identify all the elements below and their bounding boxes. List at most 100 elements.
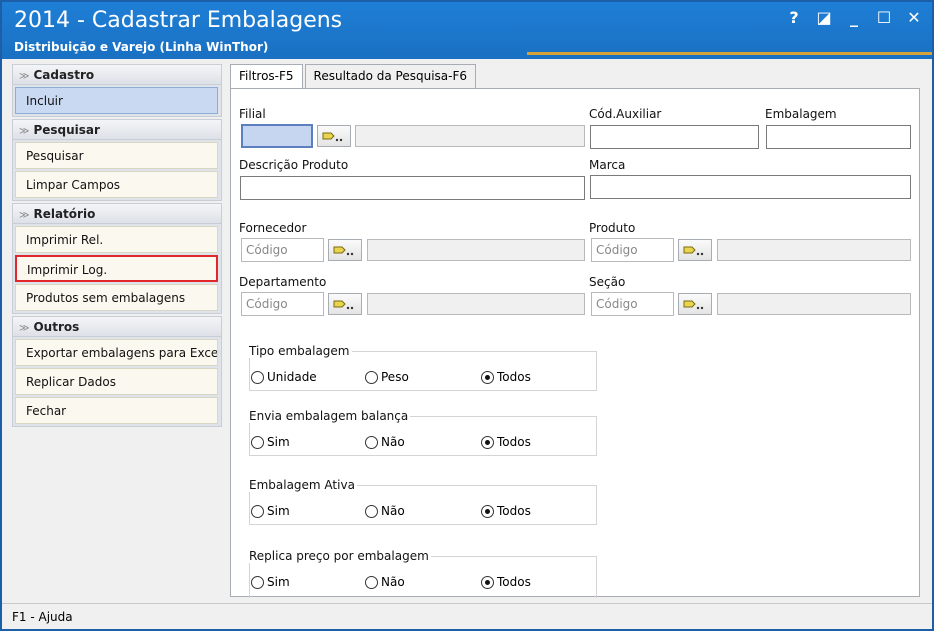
sidebar-item-imprimir-log[interactable]: Imprimir Log. xyxy=(15,255,218,282)
sidebar-item-exportar-excel[interactable]: Exportar embalagens para Excel xyxy=(15,339,218,366)
radio-selected-icon xyxy=(481,504,494,518)
sidebar-item-pesquisar[interactable]: Pesquisar xyxy=(15,142,218,169)
marca-label: Marca xyxy=(589,158,626,172)
radio-selected-icon xyxy=(481,575,494,589)
fornecedor-label: Fornecedor xyxy=(239,221,307,235)
fornecedor-code-input[interactable]: Código xyxy=(241,238,324,262)
tipo-embalagem-title: Tipo embalagem xyxy=(247,344,352,358)
help-hint: F1 - Ajuda xyxy=(12,610,73,624)
embalagem-ativa-nao[interactable]: Não xyxy=(365,504,405,518)
group-header-relatorio[interactable]: ≫ Relatório xyxy=(13,204,221,224)
group-header-cadastro[interactable]: ≫ Cadastro xyxy=(13,65,221,85)
descricao-input[interactable] xyxy=(240,176,585,200)
maximize-icon[interactable]: ☐ xyxy=(876,8,892,27)
group-outros: ≫ Outros Exportar embalagens para Excel R… xyxy=(12,316,222,427)
envia-balanca-sim[interactable]: Sim xyxy=(251,435,290,449)
sidebar-item-incluir[interactable]: Incluir xyxy=(15,87,218,114)
group-header-pesquisar[interactable]: ≫ Pesquisar xyxy=(13,120,221,140)
filial-description xyxy=(355,125,585,147)
minimize-icon[interactable]: _ xyxy=(846,8,862,27)
departamento-description xyxy=(367,293,585,315)
lookup-icon xyxy=(333,246,354,256)
sidebar-item-fechar[interactable]: Fechar xyxy=(15,397,218,424)
close-icon[interactable]: ✕ xyxy=(906,8,922,27)
sidebar-item-imprimir-rel[interactable]: Imprimir Rel. xyxy=(15,226,218,253)
replica-preco-nao[interactable]: Não xyxy=(365,575,405,589)
tipo-embalagem-todos[interactable]: Todos xyxy=(481,370,531,384)
tab-bar: Filtros-F5 Resultado da Pesquisa-F6 xyxy=(230,64,478,89)
departamento-code-input[interactable]: Código xyxy=(241,292,324,316)
app-window: 2014 - Cadastrar Embalagens Distribuição… xyxy=(0,0,934,631)
radio-icon xyxy=(251,370,264,384)
filters-panel: Filial Cód.Auxiliar Embalagem Descrição … xyxy=(230,88,920,598)
replica-preco-todos[interactable]: Todos xyxy=(481,575,531,589)
envia-balanca-nao[interactable]: Não xyxy=(365,435,405,449)
title-bar[interactable]: 2014 - Cadastrar Embalagens Distribuição… xyxy=(2,2,932,59)
envia-balanca-title: Envia embalagem balança xyxy=(247,409,411,423)
tipo-embalagem-unidade[interactable]: Unidade xyxy=(251,370,317,384)
restore-icon[interactable]: ◪ xyxy=(816,8,832,27)
produto-label: Produto xyxy=(589,221,636,235)
chevron-up-icon: ≫ xyxy=(19,71,30,82)
sidebar-item-limpar-campos[interactable]: Limpar Campos xyxy=(15,171,218,198)
radio-selected-icon xyxy=(481,370,494,384)
sidebar: ≫ Cadastro Incluir ≫ Pesquisar Pesquisar L… xyxy=(12,64,222,601)
descricao-label: Descrição Produto xyxy=(239,158,349,172)
departamento-label: Departamento xyxy=(239,275,327,289)
envia-balanca-todos[interactable]: Todos xyxy=(481,435,531,449)
status-bar: F1 - Ajuda xyxy=(2,603,932,629)
secao-description xyxy=(717,293,911,315)
chevron-up-icon: ≫ xyxy=(19,323,30,334)
secao-code-input[interactable]: Código xyxy=(591,292,674,316)
fornecedor-description xyxy=(367,239,585,261)
embalagem-input[interactable] xyxy=(766,125,911,149)
produto-description xyxy=(717,239,911,261)
sidebar-item-replicar-dados[interactable]: Replicar Dados xyxy=(15,368,218,395)
marca-input[interactable] xyxy=(590,175,911,199)
secao-lookup-button[interactable] xyxy=(678,293,712,315)
fornecedor-lookup-button[interactable] xyxy=(328,239,362,261)
window-controls: ? ◪ _ ☐ ✕ xyxy=(786,8,922,27)
embalagem-ativa-title: Embalagem Ativa xyxy=(247,478,357,492)
radio-icon xyxy=(251,504,264,518)
produto-lookup-button[interactable] xyxy=(678,239,712,261)
window-subtitle: Distribuição e Varejo (Linha WinThor) xyxy=(14,40,269,54)
replica-preco-title: Replica preço por embalagem xyxy=(247,549,431,563)
radio-icon xyxy=(251,575,264,589)
replica-preco-sim[interactable]: Sim xyxy=(251,575,290,589)
departamento-lookup-button[interactable] xyxy=(328,293,362,315)
cod-auxiliar-input[interactable] xyxy=(590,125,759,149)
filial-label: Filial xyxy=(239,107,266,121)
group-relatorio: ≫ Relatório Imprimir Rel. Imprimir Log. P… xyxy=(12,203,222,314)
radio-selected-icon xyxy=(481,435,494,449)
filial-lookup-button[interactable] xyxy=(317,125,351,147)
produto-code-input[interactable]: Código xyxy=(591,238,674,262)
tab-filtros[interactable]: Filtros-F5 xyxy=(230,64,303,89)
main-area: Filtros-F5 Resultado da Pesquisa-F6 Fili… xyxy=(230,64,928,601)
filial-input[interactable] xyxy=(241,124,313,148)
group-cadastro: ≫ Cadastro Incluir xyxy=(12,64,222,117)
embalagem-ativa-todos[interactable]: Todos xyxy=(481,504,531,518)
lookup-icon xyxy=(683,300,704,310)
radio-icon xyxy=(365,370,378,384)
cod-auxiliar-label: Cód.Auxiliar xyxy=(589,107,662,121)
title-stripe xyxy=(527,52,932,55)
lookup-icon xyxy=(322,132,343,142)
radio-icon xyxy=(365,575,378,589)
secao-label: Seção xyxy=(589,275,626,289)
chevron-up-icon: ≫ xyxy=(19,126,30,137)
radio-icon xyxy=(365,504,378,518)
embalagem-label: Embalagem xyxy=(765,107,837,121)
chevron-up-icon: ≫ xyxy=(19,210,30,221)
embalagem-ativa-sim[interactable]: Sim xyxy=(251,504,290,518)
radio-icon xyxy=(251,435,264,449)
tab-resultado[interactable]: Resultado da Pesquisa-F6 xyxy=(304,64,477,88)
lookup-icon xyxy=(333,300,354,310)
sidebar-item-produtos-sem-embalagens[interactable]: Produtos sem embalagens xyxy=(15,284,218,311)
help-icon[interactable]: ? xyxy=(786,8,802,27)
window-title: 2014 - Cadastrar Embalagens xyxy=(14,8,343,33)
group-header-outros[interactable]: ≫ Outros xyxy=(13,317,221,337)
group-pesquisar: ≫ Pesquisar Pesquisar Limpar Campos xyxy=(12,119,222,201)
radio-icon xyxy=(365,435,378,449)
tipo-embalagem-peso[interactable]: Peso xyxy=(365,370,409,384)
